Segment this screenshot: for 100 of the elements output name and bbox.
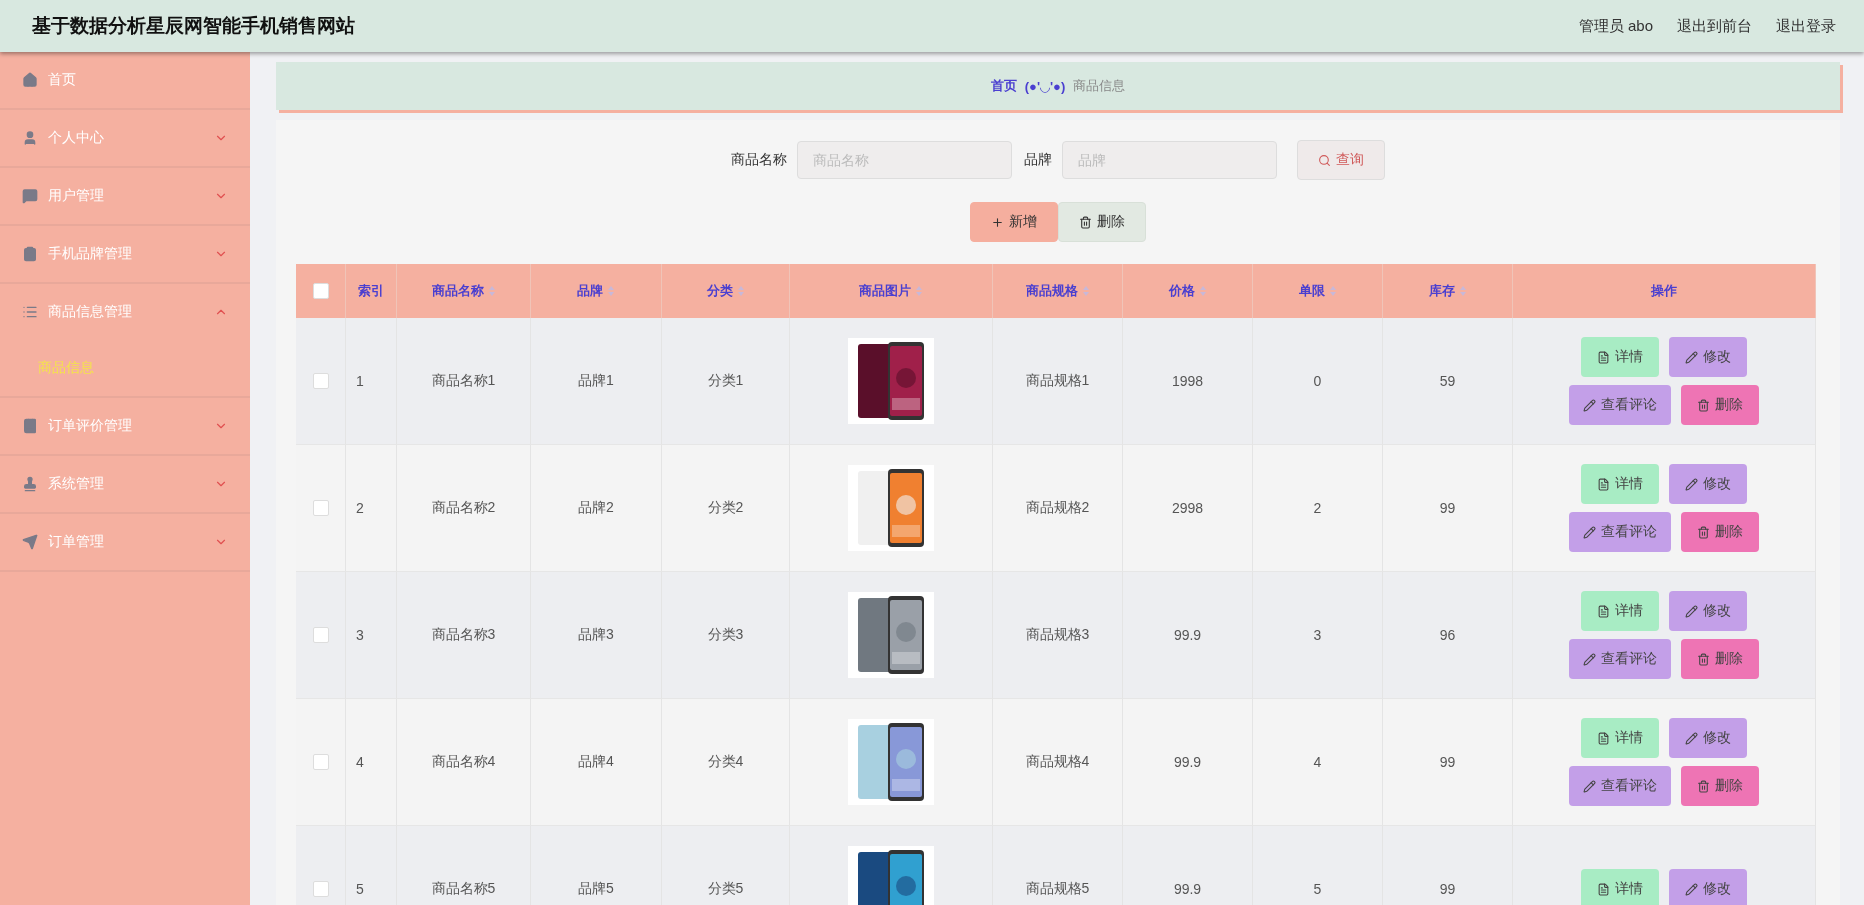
menu-item-icon <box>22 188 38 204</box>
add-button[interactable]: 新增 <box>970 202 1058 242</box>
document-icon <box>1597 477 1610 491</box>
detail-button[interactable]: 详情 <box>1581 718 1659 758</box>
sort-icon[interactable] <box>915 285 923 297</box>
column-header[interactable]: 索引 <box>346 264 397 318</box>
table-cell: 品牌5 <box>531 826 662 905</box>
document-icon <box>1597 604 1610 618</box>
table-cell: 99 <box>1383 699 1513 826</box>
detail-button[interactable]: 详情 <box>1581 869 1659 905</box>
sort-icon[interactable] <box>1458 285 1467 297</box>
plus-icon <box>991 215 1004 229</box>
detail-button[interactable]: 详情 <box>1581 591 1659 631</box>
column-header[interactable]: 商品图片 <box>790 264 993 318</box>
search-button[interactable]: 查询 <box>1297 140 1385 180</box>
pencil-icon <box>1685 731 1698 745</box>
table-cell: 59 <box>1383 318 1513 445</box>
trash-icon <box>1697 398 1710 412</box>
pencil-icon <box>1583 779 1596 793</box>
site-title: 基于数据分析星辰网智能手机销售网站 <box>32 14 355 38</box>
table-cell: 4 <box>1253 699 1383 826</box>
sort-icon[interactable] <box>607 285 615 297</box>
delete-button[interactable]: 删除 <box>1681 639 1759 679</box>
table-cell: 3 <box>346 572 397 699</box>
table-cell: 99.9 <box>1123 699 1253 826</box>
pencil-icon <box>1685 477 1698 491</box>
column-header[interactable]: 单限 <box>1253 264 1383 318</box>
table-cell: 商品规格2 <box>993 445 1123 572</box>
checkbox[interactable] <box>312 283 329 299</box>
table-cell: 分类1 <box>662 318 790 445</box>
column-header[interactable]: 价格 <box>1123 264 1253 318</box>
sort-icon[interactable] <box>736 285 745 297</box>
table-cell: 0 <box>1253 318 1383 445</box>
table-cell: 品牌1 <box>531 318 662 445</box>
column-header[interactable]: 商品名称 <box>397 264 531 318</box>
checkbox[interactable] <box>312 627 329 643</box>
delete-button[interactable]: 删除 <box>1681 766 1759 806</box>
edit-button[interactable]: 修改 <box>1669 337 1747 377</box>
menu-item-icon <box>22 304 38 320</box>
header-link[interactable]: 管理员 abo <box>1578 16 1653 36</box>
table-cell: 1 <box>346 318 397 445</box>
sort-icon[interactable] <box>1328 285 1337 297</box>
table-cell: 99.9 <box>1123 826 1253 905</box>
table-cell: 分类3 <box>662 572 790 699</box>
column-header[interactable]: 库存 <box>1383 264 1513 318</box>
table-cell: 5 <box>1253 826 1383 905</box>
table-cell: 商品规格4 <box>993 699 1123 826</box>
checkbox[interactable] <box>312 881 329 897</box>
delete-button[interactable]: 删除 <box>1681 385 1759 425</box>
table-cell: 商品名称1 <box>397 318 531 445</box>
trash-icon <box>1697 779 1710 793</box>
checkbox[interactable] <box>312 373 329 389</box>
comments-button[interactable]: 查看评论 <box>1569 639 1671 679</box>
pencil-icon <box>1685 882 1698 896</box>
checkbox[interactable] <box>312 754 329 770</box>
breadcrumb-current: 商品信息 <box>1073 77 1126 95</box>
trash-icon <box>1697 525 1710 539</box>
search-icon <box>1318 153 1331 167</box>
table-cell: 分类2 <box>662 445 790 572</box>
detail-button[interactable]: 详情 <box>1581 337 1659 377</box>
edit-button[interactable]: 修改 <box>1669 464 1747 504</box>
breadcrumb-home[interactable]: 首页 <box>990 77 1017 95</box>
delete-button[interactable]: 删除 <box>1058 202 1146 242</box>
field-label: 品牌 <box>1024 151 1052 169</box>
column-header[interactable]: 品牌 <box>531 264 662 318</box>
comments-button[interactable]: 查看评论 <box>1569 766 1671 806</box>
sort-icon[interactable] <box>1081 285 1090 297</box>
column-header[interactable]: 操作 <box>1513 264 1816 318</box>
checkbox[interactable] <box>312 500 329 516</box>
menu-item-icon <box>22 534 38 550</box>
pencil-icon <box>1583 652 1596 666</box>
table-cell: 商品名称2 <box>397 445 531 572</box>
table-cell: 品牌3 <box>531 572 662 699</box>
table-cell: 5 <box>346 826 397 905</box>
breadcrumb-separator: (●'◡'●) <box>1024 78 1066 94</box>
field-label: 商品名称 <box>731 151 787 169</box>
edit-button[interactable]: 修改 <box>1669 869 1747 905</box>
table-cell: 99 <box>1383 445 1513 572</box>
comments-button[interactable]: 查看评论 <box>1569 385 1671 425</box>
table-cell: 99.9 <box>1123 572 1253 699</box>
table-cell: 商品规格5 <box>993 826 1123 905</box>
table-cell: 3 <box>1253 572 1383 699</box>
menu-item-icon <box>22 246 38 262</box>
edit-button[interactable]: 修改 <box>1669 591 1747 631</box>
header-link[interactable]: 退出到前台 <box>1677 16 1752 36</box>
document-icon <box>1597 350 1610 364</box>
detail-button[interactable]: 详情 <box>1581 464 1659 504</box>
header-link[interactable]: 退出登录 <box>1776 16 1836 36</box>
delete-button[interactable]: 删除 <box>1681 512 1759 552</box>
comments-button[interactable]: 查看评论 <box>1569 512 1671 552</box>
sort-icon[interactable] <box>487 285 496 297</box>
column-header[interactable]: 商品规格 <box>993 264 1123 318</box>
document-icon <box>1597 731 1610 745</box>
sort-icon[interactable] <box>1198 285 1207 297</box>
pencil-icon <box>1583 398 1596 412</box>
edit-button[interactable]: 修改 <box>1669 718 1747 758</box>
table-cell: 2 <box>1253 445 1383 572</box>
table-cell: 99 <box>1383 826 1513 905</box>
trash-icon <box>1697 652 1710 666</box>
column-header[interactable]: 分类 <box>662 264 790 318</box>
